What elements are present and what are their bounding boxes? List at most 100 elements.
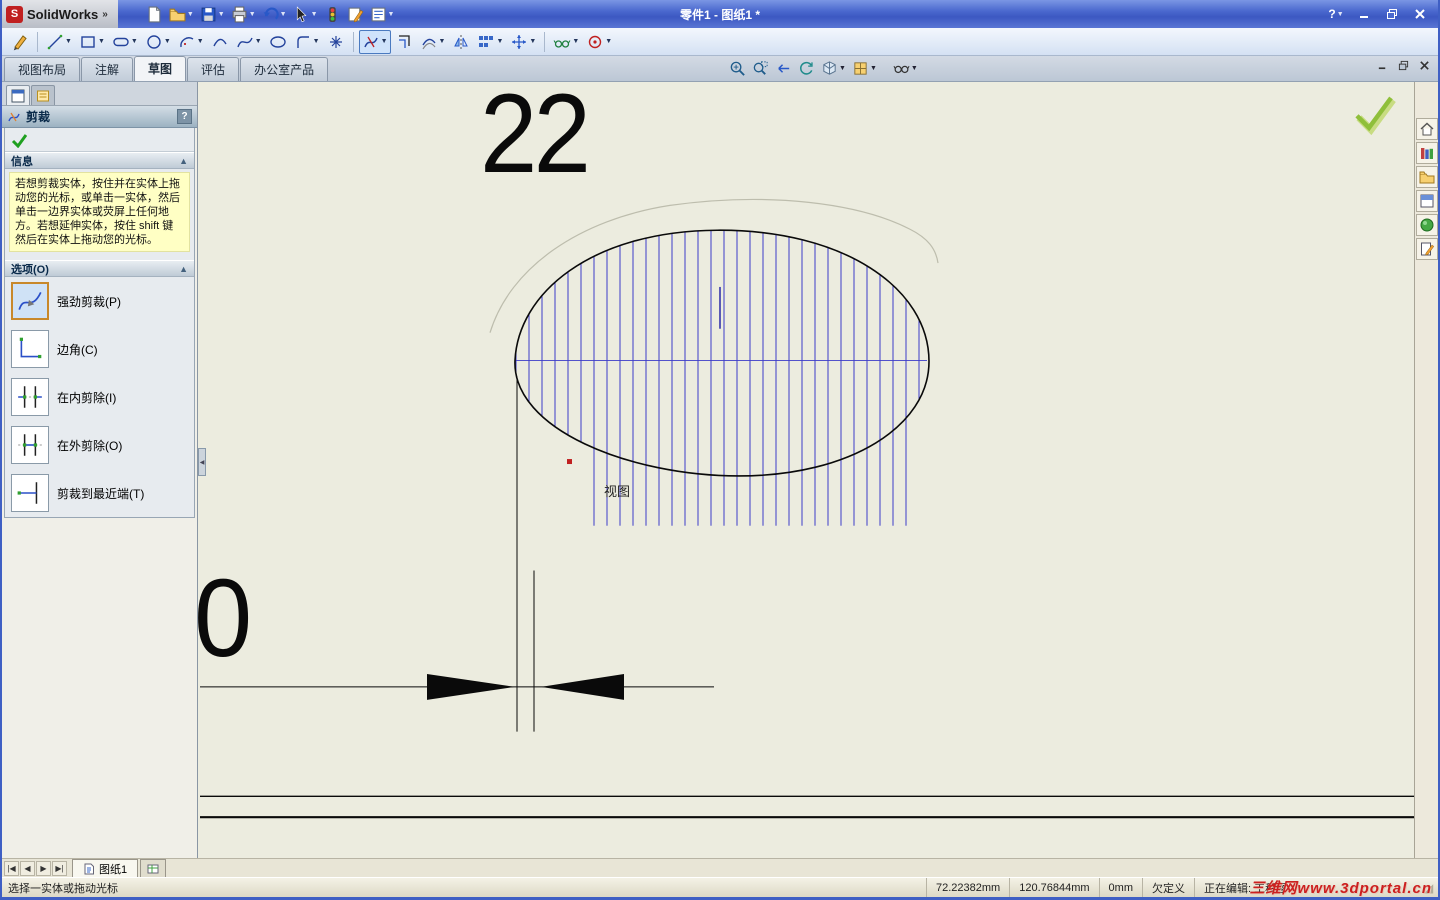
design-table-button[interactable]: ▼ [368, 4, 397, 25]
last-sheet-button[interactable]: ▶| [52, 860, 67, 876]
display-style-dropdown-icon[interactable]: ▼ [870, 65, 877, 72]
sketch-tool-icon[interactable] [8, 30, 32, 54]
display-style-icon[interactable]: ▼ [851, 59, 878, 78]
collapse-chevron-icon[interactable]: ▲ [179, 264, 188, 274]
zoom-to-area-icon[interactable] [751, 59, 770, 78]
option-trim-to-closest[interactable]: 剪裁到最近端(T) [5, 469, 194, 517]
file-explorer-icon[interactable] [1415, 166, 1438, 188]
menu-expand-chevron-icon[interactable]: » [102, 9, 108, 20]
custom-properties-icon[interactable] [1415, 238, 1438, 260]
arc-dropdown-icon[interactable]: ▼ [197, 38, 204, 45]
open-dropdown-icon[interactable]: ▼ [187, 11, 194, 18]
doc-restore-button[interactable] [1398, 60, 1409, 71]
view-orientation-icon[interactable]: ▼ [820, 59, 847, 78]
slot-tool-icon[interactable]: ▼ [109, 30, 141, 54]
solidworks-menu-button[interactable]: S SolidWorks » [2, 0, 118, 28]
tangent-arc-tool-icon[interactable] [208, 30, 232, 54]
ellipse-tool-icon[interactable] [266, 30, 290, 54]
add-sheet-tab[interactable] [140, 859, 167, 877]
print-dropdown-icon[interactable]: ▼ [249, 11, 256, 18]
property-manager-tab[interactable] [6, 85, 30, 105]
line-dropdown-icon[interactable]: ▼ [65, 38, 72, 45]
select-button[interactable]: ▼ [291, 4, 320, 25]
new-document-button[interactable] [144, 4, 165, 25]
minimize-button[interactable] [1352, 5, 1376, 23]
previous-view-icon[interactable] [774, 59, 793, 78]
property-manager-help-button[interactable]: ? [177, 109, 192, 124]
view-settings-dropdown-icon[interactable]: ▼ [911, 65, 918, 72]
appearance-tab[interactable] [31, 85, 55, 105]
rectangle-dropdown-icon[interactable]: ▼ [98, 38, 105, 45]
mirror-entities-tool-icon[interactable] [449, 30, 473, 54]
pattern-dropdown-icon[interactable]: ▼ [496, 38, 503, 45]
help-button[interactable]: ? ▼ [1324, 5, 1348, 23]
corner-trim-icon[interactable] [11, 330, 49, 368]
dimension-arrow-right[interactable] [541, 673, 624, 700]
quick-snaps-tool-icon[interactable]: ▼ [583, 30, 615, 54]
drawing-canvas[interactable] [198, 82, 1414, 858]
slot-dropdown-icon[interactable]: ▼ [131, 38, 138, 45]
section-hatch-extension[interactable] [587, 361, 912, 526]
solidworks-resources-icon[interactable] [1415, 118, 1438, 140]
rebuild-button[interactable] [322, 4, 343, 25]
doc-minimize-button[interactable] [1377, 60, 1388, 71]
trim-to-closest-icon[interactable] [11, 474, 49, 512]
fillet-dropdown-icon[interactable]: ▼ [313, 38, 320, 45]
power-trim-icon[interactable] [11, 282, 49, 320]
view-settings-icon[interactable]: ▼ [892, 59, 919, 78]
line-tool-icon[interactable]: ▼ [43, 30, 75, 54]
drawing-viewport[interactable]: 22 0 视图 ◀ [198, 82, 1414, 858]
point-tool-icon[interactable] [324, 30, 348, 54]
next-sheet-button[interactable]: ▶ [36, 860, 51, 876]
dimension-value-left[interactable]: 0 [198, 564, 252, 674]
circle-dropdown-icon[interactable]: ▼ [164, 38, 171, 45]
fillet-tool-icon[interactable]: ▼ [291, 30, 323, 54]
appearances-scenes-icon[interactable] [1415, 214, 1438, 236]
dimension-value-top[interactable]: 22 [480, 82, 591, 190]
move-entities-tool-icon[interactable]: ▼ [507, 30, 539, 54]
doc-close-button[interactable] [1419, 60, 1430, 71]
trim-outside-icon[interactable] [11, 426, 49, 464]
open-button[interactable]: ▼ [167, 4, 196, 25]
display-relations-tool-icon[interactable]: ▼ [550, 30, 582, 54]
relations-dropdown-icon[interactable]: ▼ [572, 38, 579, 45]
undo-dropdown-icon[interactable]: ▼ [280, 11, 287, 18]
design-library-icon[interactable] [1415, 142, 1438, 164]
options-section-header[interactable]: 选项(O) ▲ [5, 260, 194, 277]
spline-dropdown-icon[interactable]: ▼ [255, 38, 262, 45]
option-trim-outside[interactable]: 在外剪除(O) [5, 421, 194, 469]
help-dropdown-icon[interactable]: ▼ [1337, 11, 1344, 18]
edit-sketch-button[interactable] [345, 4, 366, 25]
tab-view-layout[interactable]: 视图布局 [4, 57, 81, 81]
option-power-trim[interactable]: 强劲剪裁(P) [5, 277, 194, 325]
offset-entities-tool-icon[interactable]: ▼ [417, 30, 449, 54]
close-button[interactable] [1408, 5, 1432, 23]
restore-button[interactable] [1380, 5, 1404, 23]
rectangle-tool-icon[interactable]: ▼ [76, 30, 108, 54]
previous-sheet-button[interactable]: ◀ [20, 860, 35, 876]
undo-button[interactable]: ▼ [260, 4, 289, 25]
info-section-header[interactable]: 信息 ▲ [5, 152, 194, 169]
rotate-view-icon[interactable] [797, 59, 816, 78]
trim-dropdown-icon[interactable]: ▼ [381, 38, 388, 45]
spline-tool-icon[interactable]: ▼ [233, 30, 265, 54]
trim-inside-icon[interactable] [11, 378, 49, 416]
tab-evaluate[interactable]: 评估 [187, 57, 240, 81]
offset-dropdown-icon[interactable]: ▼ [439, 38, 446, 45]
tab-office-products[interactable]: 办公室产品 [240, 57, 329, 81]
arc-tool-icon[interactable]: ▼ [175, 30, 207, 54]
circle-tool-icon[interactable]: ▼ [142, 30, 174, 54]
ok-check-icon[interactable] [11, 132, 27, 148]
view-palette-icon[interactable] [1415, 190, 1438, 212]
trim-entities-tool-icon[interactable]: ▼ [358, 29, 391, 54]
dimension-arrow-left[interactable] [427, 673, 515, 700]
linear-pattern-tool-icon[interactable]: ▼ [474, 30, 506, 54]
save-dropdown-icon[interactable]: ▼ [218, 11, 225, 18]
snaps-dropdown-icon[interactable]: ▼ [605, 38, 612, 45]
collapse-chevron-icon[interactable]: ▲ [179, 156, 188, 166]
design-table-dropdown-icon[interactable]: ▼ [388, 11, 395, 18]
panel-splitter-handle[interactable]: ◀ [198, 448, 206, 476]
zoom-to-fit-icon[interactable] [728, 59, 747, 78]
first-sheet-button[interactable]: |◀ [4, 860, 19, 876]
tab-annotation[interactable]: 注解 [81, 57, 134, 81]
